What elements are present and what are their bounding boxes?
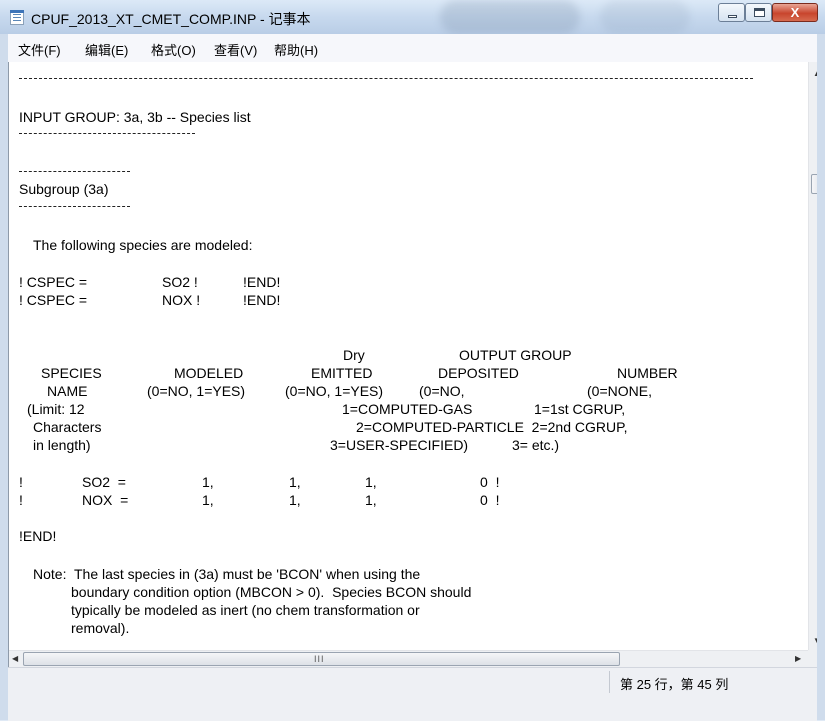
minimize-button[interactable] (718, 3, 745, 22)
menu-file[interactable]: 文件(F) (18, 40, 61, 59)
header-text: Dry (343, 347, 365, 363)
note-line: Note: The last species in (3a) must be '… (33, 566, 421, 582)
notepad-icon (10, 10, 24, 25)
species-name: NOX = (82, 492, 129, 508)
header-text: (0=NO, (419, 383, 465, 399)
header-text: 1=COMPUTED-GAS (342, 401, 473, 417)
comment-mark: ! (19, 492, 23, 508)
scroll-down-arrow-icon[interactable]: ▼ (813, 637, 817, 645)
header-text: SPECIES (41, 365, 102, 381)
species-name: SO2 = (82, 474, 126, 490)
cspec-end: !END! (243, 292, 281, 308)
header-text: Characters (33, 419, 102, 435)
species-emitted: 1, (289, 492, 301, 508)
vertical-scroll-thumb[interactable] (811, 174, 817, 194)
scrollbar-corner (808, 650, 817, 667)
end-marker: !END! (19, 528, 57, 544)
scroll-left-arrow-icon[interactable]: ◀ (12, 655, 18, 663)
cspec-name: SO2 ! (162, 274, 198, 290)
close-button[interactable]: X (772, 3, 818, 22)
header-text: 3=USER-SPECIFIED) (330, 437, 469, 453)
note-line: boundary condition option (MBCON > 0). S… (71, 584, 472, 600)
scroll-up-arrow-icon[interactable]: ▲ (813, 70, 817, 78)
notepad-window: CPUF_2013_XT_CMET_COMP.INP - 记事本 X 文件(F)… (0, 0, 825, 721)
menu-edit[interactable]: 编辑(E) (85, 40, 128, 59)
intro-text: The following species are modeled: (33, 237, 253, 253)
note-line: typically be modeled as inert (no chem t… (71, 602, 420, 618)
cspec-name: NOX ! (162, 292, 201, 308)
header-text: OUTPUT GROUP (459, 347, 572, 363)
note-line: removal). (71, 620, 130, 636)
cspec-prefix: ! CSPEC = (19, 274, 88, 290)
species-deposited: 1, (365, 474, 377, 490)
header-text: in length) (33, 437, 91, 453)
species-modeled: 1, (202, 474, 214, 490)
header-text: DEPOSITED (438, 365, 519, 381)
cspec-end: !END! (243, 274, 281, 290)
header-text: 3= etc.) (512, 437, 560, 453)
separator-line (19, 78, 753, 79)
title-bar[interactable]: CPUF_2013_XT_CMET_COMP.INP - 记事本 X (0, 0, 825, 34)
maximize-button[interactable] (745, 3, 772, 22)
species-modeled: 1, (202, 492, 214, 508)
header-text: MODELED (174, 365, 244, 381)
menu-bar: 文件(F) 编辑(E) 格式(O) 查看(V) 帮助(H) (8, 34, 817, 63)
species-deposited: 1, (365, 492, 377, 508)
status-bar: 第 25 行，第 45 列 (8, 667, 817, 721)
separator-line (19, 171, 130, 172)
header-text: 2=COMPUTED-PARTICLE 2=2nd CGRUP, (356, 419, 628, 435)
cspec-prefix: ! CSPEC = (19, 292, 88, 308)
maximize-icon (754, 8, 765, 17)
blurred-background (440, 0, 580, 34)
grip-icon: III (314, 654, 325, 664)
text-editor[interactable]: INPUT GROUP: 3a, 3b -- Species list Subg… (8, 62, 817, 667)
close-icon: X (790, 5, 800, 20)
blurred-background (600, 0, 690, 34)
menu-view[interactable]: 查看(V) (214, 40, 257, 59)
header-text: (0=NO, 1=YES) (147, 383, 246, 399)
horizontal-scroll-thumb[interactable]: III (23, 652, 620, 666)
header-text: (Limit: 12 (27, 401, 85, 417)
status-divider (609, 671, 610, 693)
header-text: (0=NONE, (587, 383, 652, 399)
menu-format[interactable]: 格式(O) (151, 40, 196, 59)
header-text: NAME (47, 383, 88, 399)
subgroup-title: Subgroup (3a) (19, 181, 109, 197)
species-emitted: 1, (289, 474, 301, 490)
menu-help[interactable]: 帮助(H) (274, 40, 318, 59)
separator-line (19, 133, 195, 134)
window-title: CPUF_2013_XT_CMET_COMP.INP - 记事本 (31, 11, 311, 27)
species-group: 0 ! (480, 492, 500, 508)
header-text: EMITTED (311, 365, 373, 381)
separator-line (19, 206, 130, 207)
vertical-scrollbar[interactable]: ▲ ▼ (808, 62, 817, 650)
scroll-right-arrow-icon[interactable]: ▶ (795, 655, 801, 663)
header-text: NUMBER (617, 365, 678, 381)
horizontal-scrollbar[interactable]: ◀ III ▶ (9, 650, 808, 667)
comment-mark: ! (19, 474, 23, 490)
minimize-icon (728, 15, 737, 18)
header-text: 1=1st CGRUP, (534, 401, 626, 417)
cursor-position: 第 25 行，第 45 列 (620, 677, 729, 692)
species-group: 0 ! (480, 474, 500, 490)
header-text: (0=NO, 1=YES) (285, 383, 384, 399)
document-text[interactable]: INPUT GROUP: 3a, 3b -- Species list Subg… (19, 70, 799, 650)
group-title: INPUT GROUP: 3a, 3b -- Species list (19, 109, 251, 125)
